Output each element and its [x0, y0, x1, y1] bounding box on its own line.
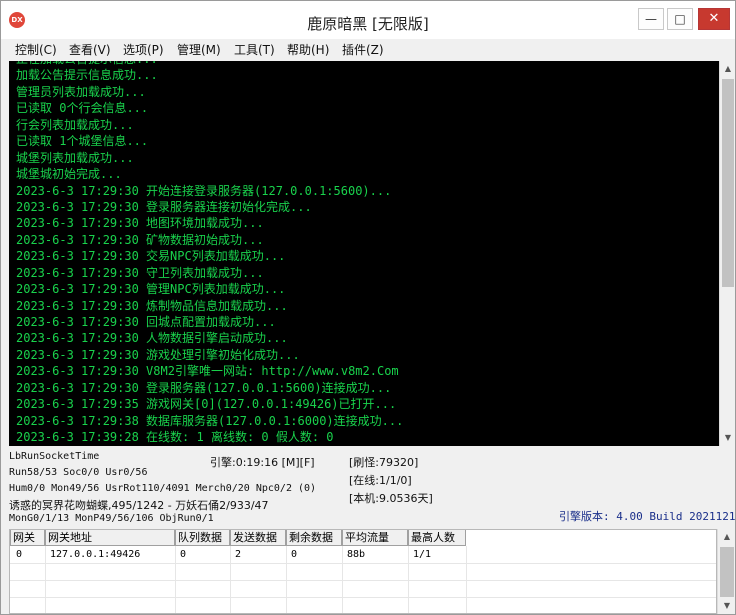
maximize-button[interactable]: □ [667, 8, 693, 30]
console-line: 2023-6-3 17:29:30 炼制物品信息加载成功... [16, 298, 288, 313]
console-line: 2023-6-3 17:29:30 人物数据引擎启动成功... [16, 331, 288, 346]
column-divider [45, 546, 46, 613]
status-panel: LbRunSocketTime Run58/53 Soc0/0 Usr0/56 … [1, 446, 736, 528]
scroll-down-icon[interactable]: ▼ [718, 598, 736, 614]
column-header-avg-traffic[interactable]: 平均流量 [342, 530, 408, 546]
console-line: 行会列表加载成功... [16, 117, 134, 132]
console-line: 2023-6-3 17:29:30 回城点配置加载成功... [16, 315, 276, 329]
column-divider [175, 546, 176, 613]
column-header-address[interactable]: 网关地址 [45, 530, 175, 546]
column-header-max-users[interactable]: 最高人数 [408, 530, 466, 546]
console-line: 2023-6-3 17:29:30 开始连接登录服务器(127.0.0.1:56… [16, 183, 392, 198]
console-line: 加载公告提示信息成功... [16, 68, 158, 83]
cell-gateway: 0 [16, 549, 23, 560]
online-count: [在线:1/1/0] [349, 474, 412, 487]
console-line: 城堡列表加载成功... [16, 150, 134, 165]
gateway-scrollbar[interactable]: ▲ ▼ [717, 529, 735, 614]
console-line: 已读取 0个行会信息... [16, 101, 149, 116]
column-header-remaining[interactable]: 剩余数据 [286, 530, 342, 546]
menu-tools[interactable]: 工具(T) [234, 41, 275, 58]
cell-max-users: 1/1 [413, 549, 432, 560]
cell-remaining: 0 [291, 549, 298, 560]
console-line: 2023-6-3 17:29:30 登录服务器连接初始化完成... [16, 199, 312, 214]
column-header-queue[interactable]: 队列数据 [175, 530, 230, 546]
console-scrollbar[interactable]: ▲ ▼ [719, 61, 735, 446]
cell-queue: 0 [180, 549, 187, 560]
scroll-thumb[interactable] [722, 79, 734, 287]
menu-help[interactable]: 帮助(H) [287, 41, 329, 58]
cell-address: 127.0.0.1:49426 [50, 549, 141, 560]
row-divider [10, 563, 716, 564]
window-title: 鹿原暗黑 [无限版] [307, 15, 429, 33]
gateway-table[interactable]: 网关 网关地址 队列数据 发送数据 剩余数据 平均流量 最高人数 0 127.0… [9, 529, 717, 614]
refresh-monster: [刷怪:79320] [349, 456, 419, 469]
local-machine-uptime: [本机:9.0536天] [349, 492, 433, 505]
console-log[interactable]: 正在加载公告提示信息...加载公告提示信息成功...管理员列表加载成功...已读… [9, 61, 719, 446]
map-monster-info: 诱惑的冥界花吻蝴蝶,495/1242 - 万妖石俑2/933/47 [9, 499, 269, 512]
scroll-up-icon[interactable]: ▲ [718, 529, 736, 545]
console-line: 2023-6-3 17:29:30 游戏处理引擎初始化成功... [16, 347, 300, 362]
menu-manage[interactable]: 管理(M) [177, 41, 221, 58]
minimize-button[interactable]: — [638, 8, 664, 30]
title-bar[interactable]: DX 鹿原暗黑 [无限版] — □ ✕ [1, 1, 735, 39]
cell-avg-traffic: 88b [347, 549, 366, 560]
column-header-sent[interactable]: 发送数据 [230, 530, 286, 546]
engine-time: 引擎:0:19:16 [M][F] [210, 456, 315, 469]
column-divider [286, 546, 287, 613]
cell-sent: 2 [235, 549, 242, 560]
console-line: 城堡城初始完成... [16, 167, 122, 182]
console-line: 管理员列表加载成功... [16, 84, 146, 99]
console-line: 2023-6-3 17:29:30 管理NPC列表加载成功... [16, 282, 286, 297]
lb-run-socket-time: LbRunSocketTime [9, 451, 100, 462]
row-divider [10, 597, 716, 598]
console-line: 已读取 1个城堡信息... [16, 134, 149, 149]
column-divider [230, 546, 231, 613]
close-button[interactable]: ✕ [698, 8, 730, 30]
console-line: 2023-6-3 17:39:28 在线数: 1 离线数: 0 假人数: 0 [16, 430, 334, 445]
menu-control[interactable]: 控制(C) [15, 41, 57, 58]
row-divider [10, 580, 716, 581]
mon-go-stats: MonG0/1/13 MonP49/56/106 ObjRun0/1 [9, 513, 214, 524]
console-line: 2023-6-3 17:29:30 地图环境加载成功... [16, 216, 264, 231]
console-line: 2023-6-3 17:29:30 登录服务器(127.0.0.1:5600)连… [16, 380, 392, 395]
menu-plugins[interactable]: 插件(Z) [342, 41, 384, 58]
column-header-gateway[interactable]: 网关 [10, 530, 45, 546]
console-line: 2023-6-3 17:29:30 矿物数据初始成功... [16, 232, 264, 247]
menu-bar: 控制(C) 查看(V) 选项(P) 管理(M) 工具(T) 帮助(H) 插件(Z… [1, 39, 735, 59]
console-lines: 正在加载公告提示信息...加载公告提示信息成功...管理员列表加载成功...已读… [16, 61, 403, 446]
console-line: 2023-6-3 17:29:30 V8M2引擎唯一网站: http://www… [16, 364, 399, 379]
scroll-down-icon[interactable]: ▼ [720, 430, 736, 446]
console-line: 2023-6-3 17:29:30 交易NPC列表加载成功... [16, 249, 286, 264]
console-line: 2023-6-3 17:29:38 数据库服务器(127.0.0.1:6000)… [16, 413, 404, 428]
scroll-thumb[interactable] [720, 547, 734, 597]
scroll-up-icon[interactable]: ▲ [720, 61, 736, 77]
column-divider [342, 546, 343, 613]
console-line: 2023-6-3 17:29:30 守卫列表加载成功... [16, 265, 264, 280]
server-window: DX 鹿原暗黑 [无限版] — □ ✕ 控制(C) 查看(V) 选项(P) 管理… [0, 0, 736, 615]
engine-version: 引擎版本: 4.00 Build 20211212 [559, 510, 736, 523]
menu-options[interactable]: 选项(P) [123, 41, 164, 58]
console-line: 2023-6-3 17:29:35 游戏网关[0](127.0.0.1:4942… [16, 397, 397, 412]
column-divider [408, 546, 409, 613]
hum-stats: Hum0/0 Mon49/56 UsrRot110/4091 Merch0/20… [9, 483, 317, 494]
run-stats: Run58/53 Soc0/0 Usr0/56 [9, 467, 148, 478]
column-divider [466, 546, 467, 613]
menu-view[interactable]: 查看(V) [69, 41, 111, 58]
